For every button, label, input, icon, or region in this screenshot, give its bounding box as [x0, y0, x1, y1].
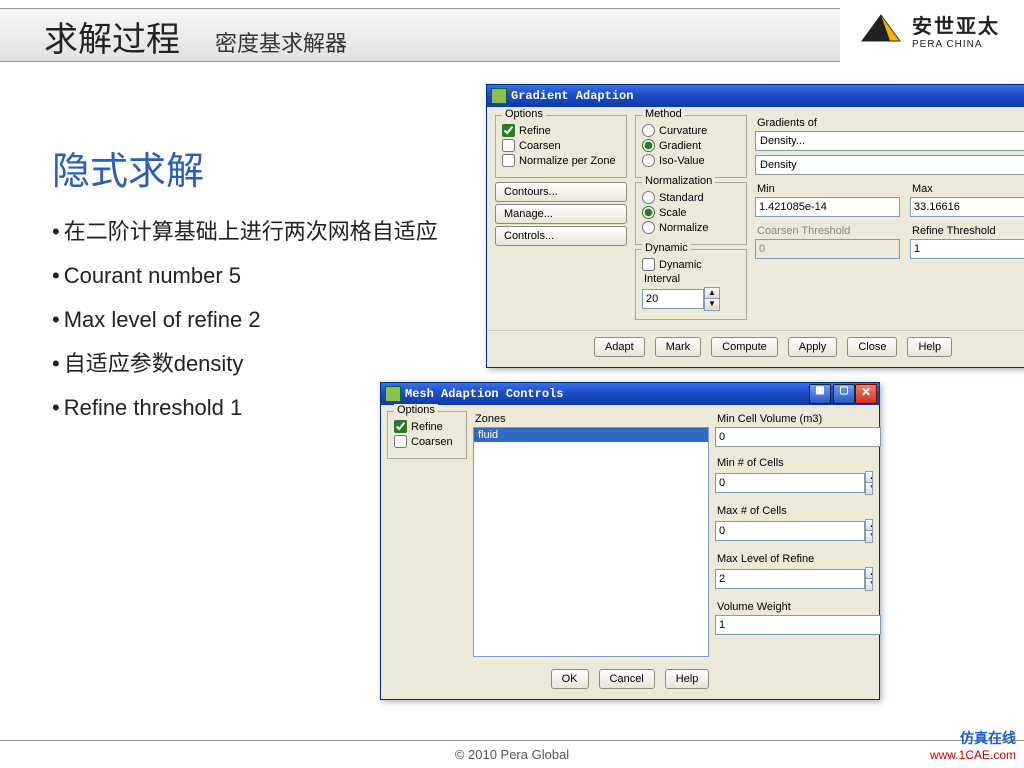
- titlebar[interactable]: Gradient Adaption ✕: [487, 85, 1024, 107]
- max-label: Max: [912, 183, 1024, 195]
- mark-button[interactable]: Mark: [655, 337, 701, 357]
- footer-text: © 2010 Pera Global: [0, 740, 1024, 762]
- watermark-line2: www.1CAE.com: [930, 748, 1016, 762]
- coarsen-threshold-input: [755, 239, 900, 259]
- chevron-down-icon: ▼: [866, 483, 873, 493]
- cancel-button[interactable]: Cancel: [599, 669, 655, 689]
- logo: 安世亚太 PERA CHINA: [860, 10, 1000, 50]
- gradient-radio[interactable]: Gradient: [642, 139, 740, 152]
- max-level-refine-label: Max Level of Refine: [717, 553, 873, 565]
- close-button[interactable]: Close: [847, 337, 897, 357]
- min-input[interactable]: [755, 197, 900, 217]
- zones-label: Zones: [475, 413, 709, 425]
- volume-weight-label: Volume Weight: [717, 601, 873, 613]
- section-heading: 隐式求解: [52, 140, 204, 195]
- max-cells-input[interactable]: [715, 521, 865, 541]
- dialog-title: Mesh Adaption Controls: [405, 387, 563, 401]
- apply-button[interactable]: Apply: [788, 337, 838, 357]
- contours-button[interactable]: Contours...: [495, 182, 627, 202]
- gradient-adaption-dialog: Gradient Adaption ✕ Options Refine Coars…: [486, 84, 1024, 368]
- adapt-button[interactable]: Adapt: [594, 337, 645, 357]
- chevron-down-icon: ▼: [705, 299, 719, 309]
- chevron-up-icon: ▲: [866, 472, 873, 483]
- spinner[interactable]: ▲▼: [865, 519, 873, 543]
- max-cells-label: Max # of Cells: [717, 505, 873, 517]
- refine-checkbox[interactable]: Refine: [502, 124, 620, 137]
- standard-radio[interactable]: Standard: [642, 191, 740, 204]
- min-label: Min: [757, 183, 892, 195]
- gradients-of-label: Gradients of: [757, 117, 1024, 129]
- mesh-adaption-controls-dialog: Mesh Adaption Controls ▦ ▢ ✕ Options Ref…: [380, 382, 880, 700]
- logo-text-en: PERA CHINA: [912, 39, 1000, 50]
- compute-button[interactable]: Compute: [711, 337, 778, 357]
- coarsen-checkbox[interactable]: Coarsen: [394, 435, 460, 448]
- chevron-up-icon: ▲: [866, 520, 873, 531]
- list-item[interactable]: fluid: [474, 428, 708, 442]
- refine-checkbox[interactable]: Refine: [394, 420, 460, 433]
- logo-text-cn: 安世亚太: [912, 10, 1000, 39]
- refine-threshold-label: Refine Threshold: [912, 225, 1024, 237]
- method-group: Method Curvature Gradient Iso-Value: [635, 115, 747, 178]
- interval-label: Interval: [644, 273, 740, 285]
- zones-list[interactable]: fluid: [473, 427, 709, 657]
- interval-spinner[interactable]: ▲▼: [704, 287, 720, 311]
- close-icon[interactable]: ✕: [855, 384, 877, 404]
- chevron-up-icon: ▲: [705, 288, 719, 299]
- select-all-icon[interactable]: ▦: [809, 384, 831, 404]
- watermark: 仿真在线 www.1CAE.com: [930, 728, 1016, 762]
- min-cell-volume-input[interactable]: [715, 427, 881, 447]
- dialog-title: Gradient Adaption: [511, 89, 633, 103]
- normalize-per-zone-checkbox[interactable]: Normalize per Zone: [502, 154, 620, 167]
- group-label: Options: [502, 108, 546, 120]
- iso-value-radio[interactable]: Iso-Value: [642, 154, 740, 167]
- refine-threshold-input[interactable]: [910, 239, 1024, 259]
- bullet-item: 自适应参数density: [52, 342, 438, 386]
- slide-title: 求解过程: [44, 12, 180, 61]
- titlebar[interactable]: Mesh Adaption Controls ▦ ▢ ✕: [381, 383, 879, 405]
- slide-subtitle: 密度基求解器: [215, 26, 347, 58]
- min-cells-input[interactable]: [715, 473, 865, 493]
- group-label: Method: [642, 108, 685, 120]
- bullet-item: Courant number 5: [52, 254, 438, 298]
- group-label: Normalization: [642, 175, 715, 187]
- coarsen-threshold-label: Coarsen Threshold: [757, 225, 892, 237]
- chevron-up-icon: ▲: [866, 568, 873, 579]
- curvature-radio[interactable]: Curvature: [642, 124, 740, 137]
- bullet-item: 在二阶计算基础上进行两次网格自适应: [52, 210, 438, 254]
- gradients-of-select-2[interactable]: Density: [755, 155, 1024, 175]
- options-group: Options Refine Coarsen Normalize per Zon…: [495, 115, 627, 178]
- volume-weight-input[interactable]: [715, 615, 881, 635]
- slide: 求解过程 密度基求解器 安世亚太 PERA CHINA 隐式求解 在二阶计算基础…: [0, 0, 1024, 768]
- spinner[interactable]: ▲▼: [865, 471, 873, 495]
- normalize-radio[interactable]: Normalize: [642, 221, 740, 234]
- gradients-of-select-1[interactable]: Density...: [755, 131, 1024, 151]
- group-label: Dynamic: [642, 242, 691, 254]
- watermark-line1: 仿真在线: [930, 728, 1016, 748]
- app-icon: [491, 88, 507, 104]
- spinner[interactable]: ▲▼: [865, 567, 873, 591]
- select-none-icon[interactable]: ▢: [833, 384, 855, 404]
- max-level-refine-input[interactable]: [715, 569, 865, 589]
- chevron-down-icon: ▼: [866, 579, 873, 589]
- min-cell-volume-label: Min Cell Volume (m3): [717, 413, 873, 425]
- min-cells-label: Min # of Cells: [717, 457, 873, 469]
- bullet-item: Max level of refine 2: [52, 298, 438, 342]
- chevron-down-icon: ▼: [866, 531, 873, 541]
- controls-button[interactable]: Controls...: [495, 226, 627, 246]
- ok-button[interactable]: OK: [551, 669, 589, 689]
- group-label: Options: [394, 404, 438, 416]
- interval-input[interactable]: [642, 289, 704, 309]
- app-icon: [385, 386, 401, 402]
- coarsen-checkbox[interactable]: Coarsen: [502, 139, 620, 152]
- logo-icon: [860, 13, 902, 48]
- options-group: Options Refine Coarsen: [387, 411, 467, 459]
- normalization-group: Normalization Standard Scale Normalize: [635, 182, 747, 245]
- dynamic-group: Dynamic Dynamic Interval ▲▼: [635, 249, 747, 320]
- dynamic-checkbox[interactable]: Dynamic: [642, 258, 740, 271]
- help-button[interactable]: Help: [665, 669, 710, 689]
- scale-radio[interactable]: Scale: [642, 206, 740, 219]
- help-button[interactable]: Help: [907, 337, 952, 357]
- manage-button[interactable]: Manage...: [495, 204, 627, 224]
- max-input[interactable]: [910, 197, 1024, 217]
